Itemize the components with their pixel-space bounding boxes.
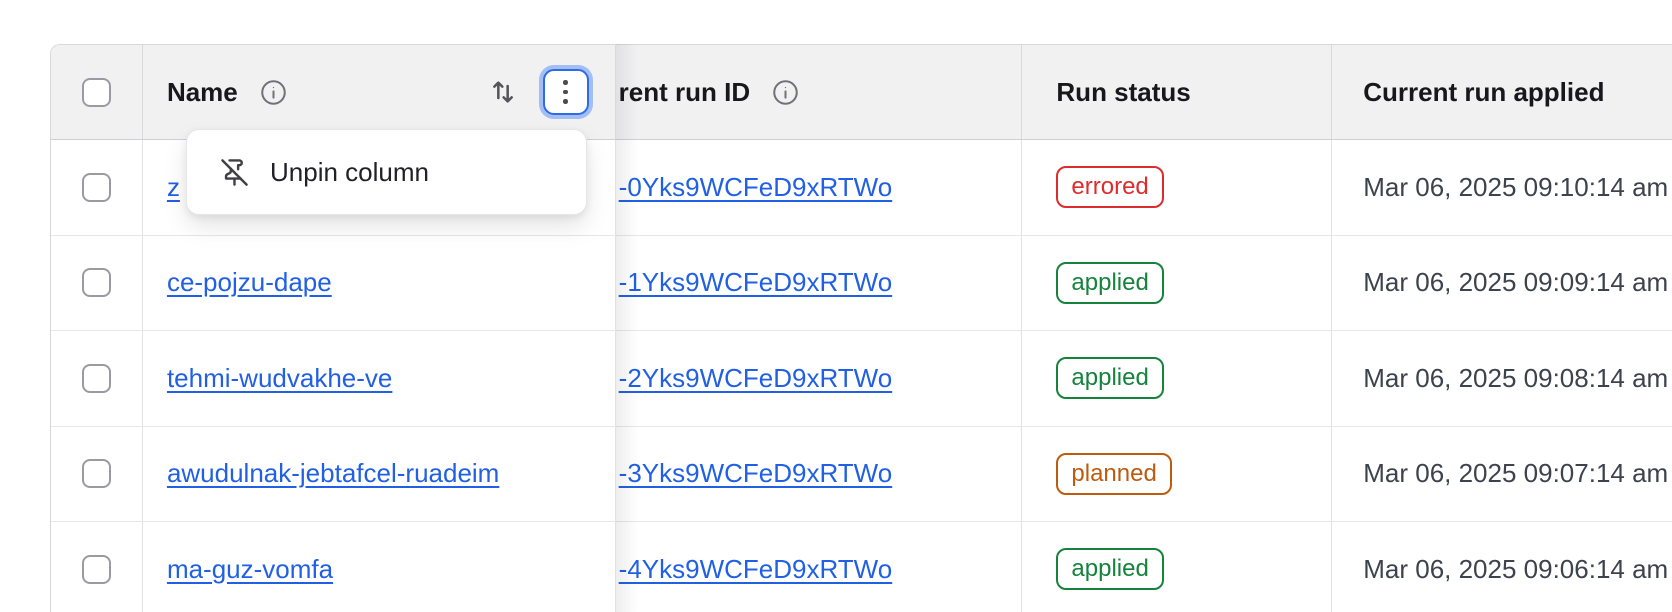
- info-icon[interactable]: [260, 79, 287, 106]
- header-run-status-cell: Run status: [1022, 45, 1332, 139]
- column-menu-dropdown: Unpin column: [186, 129, 587, 215]
- sort-icon[interactable]: [487, 76, 519, 108]
- header-run-id-cell: rent run ID: [616, 45, 1023, 139]
- applied-timestamp: Mar 06, 2025 09:08:14 am: [1363, 363, 1668, 394]
- row-checkbox[interactable]: [82, 173, 111, 202]
- run-id-link[interactable]: -4Yks9WCFeD9xRTWo: [619, 554, 893, 585]
- applied-timestamp: Mar 06, 2025 09:06:14 am: [1363, 554, 1668, 585]
- run-id-link[interactable]: -2Yks9WCFeD9xRTWo: [619, 363, 893, 394]
- name-link[interactable]: awudulnak-jebtafcel-ruadeim: [167, 458, 499, 489]
- header-name-cell: Name: [143, 45, 616, 139]
- table-row: ma-guz-vomfa -4Yks9WCFeD9xRTWo applied M…: [51, 522, 1672, 612]
- row-checkbox[interactable]: [82, 459, 111, 488]
- run-id-column-label: rent run ID: [619, 77, 750, 108]
- applied-timestamp: Mar 06, 2025 09:10:14 am: [1363, 172, 1668, 203]
- run-id-link[interactable]: -0Yks9WCFeD9xRTWo: [619, 172, 893, 203]
- row-checkbox[interactable]: [82, 555, 111, 584]
- name-link[interactable]: ma-guz-vomfa: [167, 554, 333, 585]
- header-current-run-applied-cell: Current run applied: [1332, 45, 1672, 139]
- applied-timestamp: Mar 06, 2025 09:07:14 am: [1363, 458, 1668, 489]
- run-status-column-label: Run status: [1056, 77, 1190, 108]
- current-run-applied-column-label: Current run applied: [1363, 77, 1604, 108]
- status-badge: applied: [1056, 357, 1163, 399]
- select-all-checkbox[interactable]: [82, 78, 111, 107]
- status-badge: applied: [1056, 548, 1163, 590]
- table-header-row: Name: [51, 45, 1672, 140]
- run-table-screen: Name: [0, 0, 1672, 612]
- info-icon[interactable]: [772, 79, 799, 106]
- name-link[interactable]: z: [167, 172, 180, 203]
- table-row: awudulnak-jebtafcel-ruadeim -3Yks9WCFeD9…: [51, 427, 1672, 523]
- unpin-column-menu-item[interactable]: Unpin column: [220, 157, 429, 188]
- row-checkbox[interactable]: [82, 268, 111, 297]
- unpin-column-label: Unpin column: [270, 157, 429, 188]
- name-column-label: Name: [167, 77, 238, 108]
- pin-off-icon: [220, 158, 249, 187]
- status-badge: applied: [1056, 262, 1163, 304]
- header-select-cell: [51, 45, 143, 139]
- name-link[interactable]: ce-pojzu-dape: [167, 267, 332, 298]
- run-id-link[interactable]: -3Yks9WCFeD9xRTWo: [619, 458, 893, 489]
- kebab-icon: [563, 80, 568, 104]
- status-badge: errored: [1056, 166, 1163, 208]
- table-row: ce-pojzu-dape -1Yks9WCFeD9xRTWo applied …: [51, 236, 1672, 332]
- row-checkbox[interactable]: [82, 364, 111, 393]
- table-row: tehmi-wudvakhe-ve -2Yks9WCFeD9xRTWo appl…: [51, 331, 1672, 427]
- name-link[interactable]: tehmi-wudvakhe-ve: [167, 363, 392, 394]
- column-menu-button[interactable]: [543, 69, 589, 115]
- run-id-link[interactable]: -1Yks9WCFeD9xRTWo: [619, 267, 893, 298]
- status-badge: planned: [1056, 453, 1171, 495]
- applied-timestamp: Mar 06, 2025 09:09:14 am: [1363, 267, 1668, 298]
